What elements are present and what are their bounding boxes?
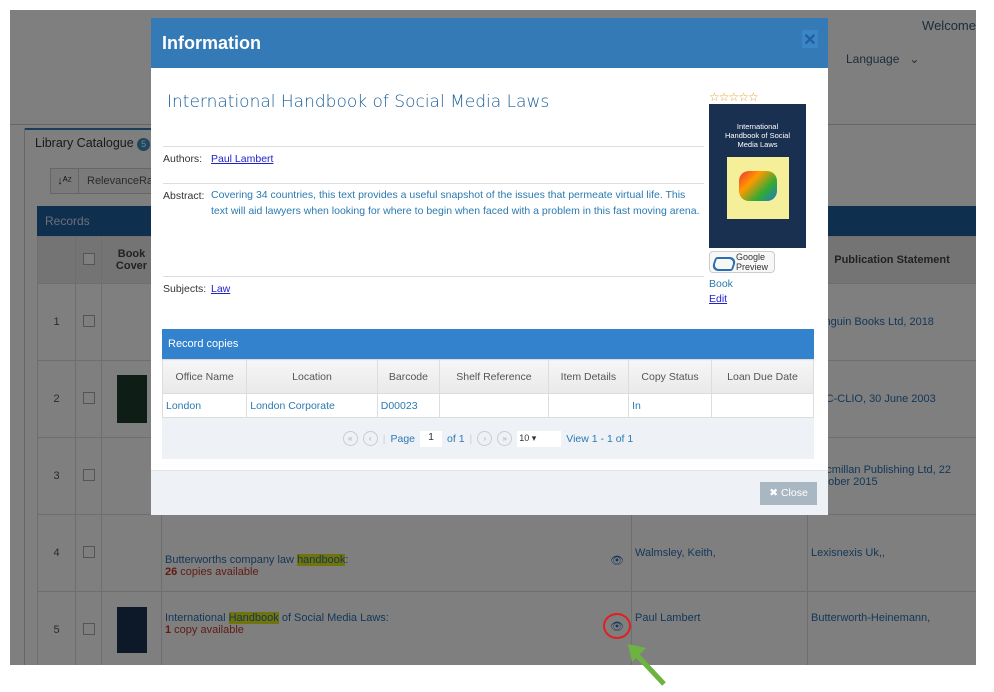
close-button[interactable]: ✖ Close	[760, 482, 817, 505]
close-icon: ✖	[769, 487, 779, 499]
close-icon[interactable]: ✕	[802, 30, 818, 49]
table-row[interactable]: London London Corporate D00023 In	[161, 393, 815, 418]
information-modal: Information ✕ International Handbook of S…	[151, 18, 828, 515]
author-link[interactable]: Paul Lambert	[211, 153, 273, 183]
barcode: D00023	[376, 393, 441, 418]
prev-page-icon[interactable]: ‹	[362, 431, 378, 446]
modal-title: Information	[162, 33, 261, 53]
book-sidebar: ☆☆☆☆☆ International Handbook of Social M…	[709, 90, 809, 305]
col-item-details[interactable]: Item Details	[547, 359, 630, 394]
subjects-label: Subjects:	[163, 283, 207, 295]
last-page-icon[interactable]: »	[497, 431, 513, 446]
annotation-circle	[603, 613, 631, 639]
close-label: Close	[780, 487, 808, 499]
col-loan-due[interactable]: Loan Due Date	[710, 359, 815, 394]
page-label: Page	[390, 432, 416, 445]
first-page-icon[interactable]: «	[342, 431, 358, 446]
item-type: Book	[709, 278, 733, 290]
subject-link[interactable]: Law	[211, 283, 230, 316]
pager: « ‹ | Page 1 of 1 | › » 10 ▾ View 1 - 1 of…	[162, 418, 814, 459]
annotation-arrow-icon	[628, 644, 666, 686]
edit-link[interactable]: Edit	[709, 293, 809, 305]
next-page-icon[interactable]: ›	[477, 431, 493, 446]
google-preview-button[interactable]: Google Preview	[709, 251, 775, 273]
office: London	[161, 393, 248, 418]
item-details	[547, 393, 630, 418]
authors-label: Authors:	[163, 153, 203, 165]
abstract-text: Covering 34 countries, this text provide…	[211, 189, 700, 217]
page-input[interactable]: 1	[420, 430, 443, 447]
book-title: International Handbook of Social Media L…	[167, 92, 550, 112]
view-range: View 1 - 1 of 1	[566, 432, 634, 445]
page-total: of 1	[447, 432, 465, 445]
loan-due	[710, 393, 815, 418]
col-barcode[interactable]: Barcode	[376, 359, 441, 394]
col-office[interactable]: Office Name	[161, 359, 248, 394]
col-shelf[interactable]: Shelf Reference	[439, 359, 549, 394]
google-preview-label: Google Preview	[736, 252, 769, 272]
book-cover-image: International Handbook of Social Media L…	[709, 104, 806, 248]
copies-table: Office Name Location Barcode Shelf Refer…	[161, 359, 815, 418]
col-copy-status[interactable]: Copy Status	[628, 359, 712, 394]
record-copies-panel: Record copies Office Name Location Barco…	[161, 329, 815, 459]
modal-footer: ✖ Close	[151, 470, 828, 515]
page-size-select[interactable]: 10 ▾	[517, 430, 562, 447]
cover-title: International Handbook of Social Media L…	[724, 122, 791, 149]
rating-stars[interactable]: ☆☆☆☆☆	[709, 90, 809, 104]
shelf	[439, 393, 549, 418]
copy-status: In	[628, 393, 712, 418]
modal-header: Information ✕	[151, 18, 828, 68]
location: London Corporate	[246, 393, 378, 418]
abstract-label: Abstract:	[163, 190, 205, 202]
col-location[interactable]: Location	[246, 359, 378, 394]
record-copies-title: Record copies	[162, 329, 814, 359]
